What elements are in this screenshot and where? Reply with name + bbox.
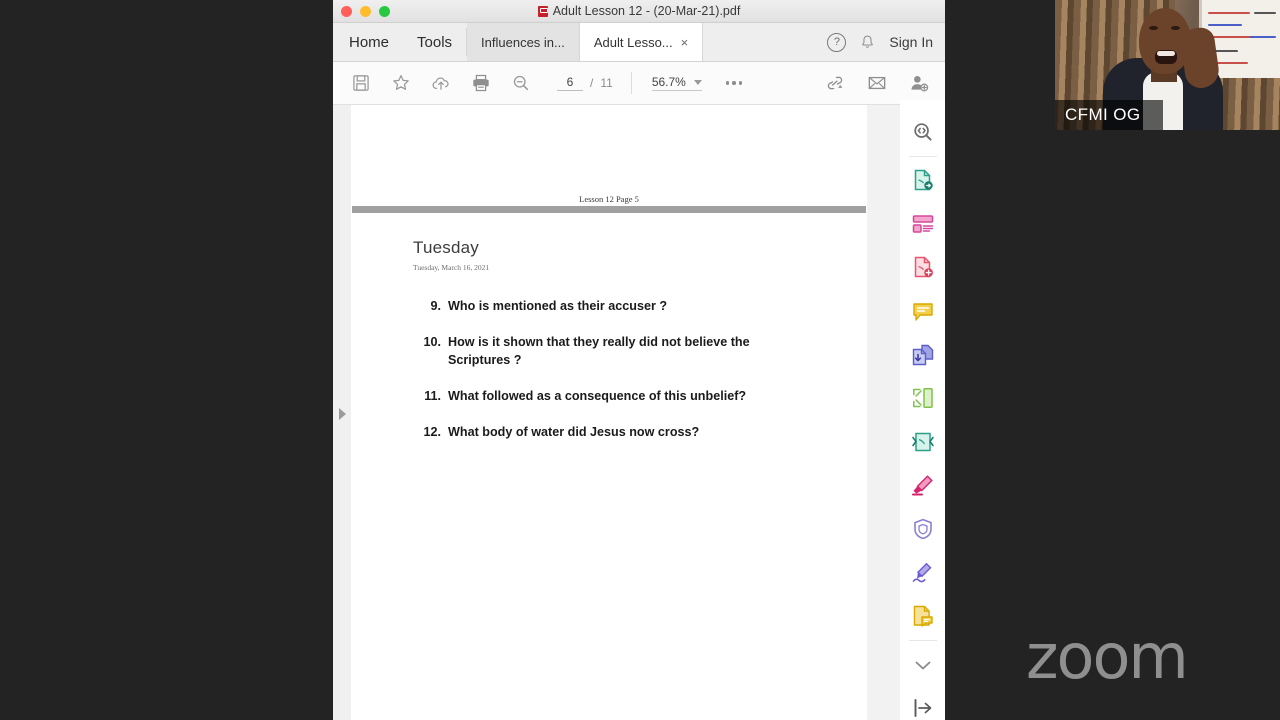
- window-title: Adult Lesson 12 - (20-Mar-21).pdf: [552, 4, 741, 18]
- zoom-level-value: 56.7%: [651, 75, 686, 89]
- minimize-window-button[interactable]: [360, 6, 371, 17]
- menu-home[interactable]: Home: [333, 23, 403, 61]
- rail-divider: [908, 639, 937, 641]
- comment-icon: [912, 303, 933, 321]
- pdf-file-icon: [537, 5, 548, 17]
- question-item: 9. Who is mentioned as their accuser ?: [411, 298, 811, 316]
- rail-item-organize-pages[interactable]: [900, 376, 945, 420]
- pdf-page-header: Lesson 12 Page 5: [579, 194, 639, 204]
- add-person-icon[interactable]: [909, 73, 929, 93]
- search-icon: [913, 123, 932, 141]
- pdf-header-rule: [352, 206, 866, 213]
- rail-item-edit-pdf[interactable]: [900, 202, 945, 246]
- screen-root: Adult Lesson 12 - (20-Mar-21).pdf Home T…: [0, 0, 1280, 720]
- collapse-panel-icon: [914, 699, 931, 718]
- question-item: 10. How is it shown that they really did…: [411, 334, 811, 370]
- save-icon[interactable]: [351, 73, 371, 93]
- page-number-input[interactable]: 6: [557, 75, 583, 91]
- expand-left-panel-button[interactable]: [333, 105, 352, 720]
- rail-item-combine-files[interactable]: [900, 333, 945, 377]
- zoom-out-icon[interactable]: [511, 73, 531, 93]
- bell-icon[interactable]: [859, 34, 876, 51]
- fill-and-sign-icon: [912, 562, 931, 582]
- rail-item-export-pdf[interactable]: [900, 159, 945, 203]
- pdf-toolbar: 6 / 11 56.7%: [333, 62, 945, 105]
- tab-label: Adult Lesso...: [593, 34, 673, 50]
- protect-icon: [913, 518, 932, 540]
- page-total-label: 11: [600, 76, 613, 90]
- zoom-watermark: zoom: [1026, 620, 1189, 693]
- pdf-day-date: Tuesday, March 16, 2021: [413, 263, 490, 272]
- edit-pdf-icon: [912, 215, 933, 233]
- tab-bar: Home Tools Influences in... Adult Lesso.…: [333, 23, 945, 62]
- question-number: 10.: [423, 334, 441, 349]
- close-window-button[interactable]: [341, 6, 352, 17]
- rail-item-redact[interactable]: [900, 464, 945, 508]
- webcam-video-tile[interactable]: CFMI OG: [1055, 0, 1280, 130]
- tools-rail: [900, 100, 945, 720]
- export-pdf-icon: [914, 170, 933, 191]
- document-view: Lesson 12 Page 5 Tuesday Tuesday, March …: [333, 105, 945, 720]
- tab-influences[interactable]: Influences in...: [467, 23, 580, 61]
- pdf-day-heading: Tuesday: [413, 238, 479, 257]
- print-icon[interactable]: [471, 73, 491, 93]
- person-mouth: [1155, 50, 1177, 64]
- email-icon[interactable]: [867, 73, 887, 93]
- question-number: 9.: [430, 299, 441, 313]
- person-eye-left: [1149, 26, 1158, 30]
- tab-adult-lesson[interactable]: Adult Lesso... ×: [579, 23, 704, 61]
- topbar-right-actions: ? Sign In: [827, 23, 945, 61]
- organize-pages-icon: [912, 388, 933, 409]
- help-icon[interactable]: ?: [827, 32, 847, 52]
- zoom-level-selector[interactable]: 56.7%: [651, 75, 702, 91]
- question-text: Who is mentioned as their accuser ?: [448, 299, 668, 313]
- more-tools-chevron-icon: [915, 661, 930, 670]
- participant-name-label: CFMI OG: [1055, 100, 1163, 130]
- menu-tools[interactable]: Tools: [403, 23, 466, 61]
- rail-item-more-tools[interactable]: [900, 643, 945, 687]
- page-navigation[interactable]: 6 / 11: [557, 75, 613, 91]
- page-separator: /: [590, 76, 594, 90]
- toolbar-divider: [630, 72, 632, 94]
- question-number: 12.: [423, 424, 441, 439]
- question-number: 11.: [424, 388, 441, 403]
- rail-item-compress-pdf[interactable]: [900, 420, 945, 464]
- request-signatures-icon: [913, 605, 933, 627]
- rail-divider: [908, 155, 937, 157]
- maximize-window-button[interactable]: [379, 6, 390, 17]
- pdf-question-list: 9. Who is mentioned as their accuser ? 1…: [411, 298, 811, 459]
- tab-label: Influences in...: [481, 34, 565, 50]
- chevron-right-icon: [338, 408, 346, 420]
- question-text: What body of water did Jesus now cross?: [448, 424, 700, 439]
- pdf-page[interactable]: Lesson 12 Page 5 Tuesday Tuesday, March …: [351, 105, 867, 720]
- cloud-upload-icon[interactable]: [431, 73, 451, 93]
- tab-close-icon[interactable]: ×: [681, 36, 689, 49]
- question-text: What followed as a consequence of this u…: [448, 388, 747, 403]
- question-item: 12. What body of water did Jesus now cro…: [411, 424, 811, 442]
- rail-item-comment[interactable]: [900, 289, 945, 333]
- rail-item-request-signatures[interactable]: [900, 594, 945, 638]
- compress-pdf-icon: [911, 432, 934, 452]
- rail-item-fill-and-sign[interactable]: [900, 551, 945, 595]
- combine-files-icon: [912, 344, 933, 365]
- rail-item-create-pdf[interactable]: [900, 246, 945, 290]
- window-titlebar: Adult Lesson 12 - (20-Mar-21).pdf: [333, 0, 945, 23]
- more-options-button[interactable]: [725, 81, 743, 85]
- redact-icon: [911, 475, 933, 496]
- window-traffic-lights[interactable]: [341, 6, 390, 17]
- question-text: How is it shown that they really did not…: [448, 334, 750, 367]
- rail-item-collapse-panel[interactable]: [900, 686, 945, 720]
- star-icon[interactable]: [391, 73, 411, 93]
- share-link-icon[interactable]: [825, 73, 845, 93]
- sign-in-button[interactable]: Sign In: [889, 34, 933, 50]
- create-pdf-icon: [914, 257, 933, 278]
- rail-item-protect[interactable]: [900, 507, 945, 551]
- acrobat-window: Adult Lesson 12 - (20-Mar-21).pdf Home T…: [333, 0, 945, 720]
- question-item: 11. What followed as a consequence of th…: [411, 388, 811, 406]
- person-eye-right: [1171, 26, 1180, 30]
- chevron-down-icon[interactable]: [693, 79, 702, 85]
- rail-item-search[interactable]: [900, 110, 945, 154]
